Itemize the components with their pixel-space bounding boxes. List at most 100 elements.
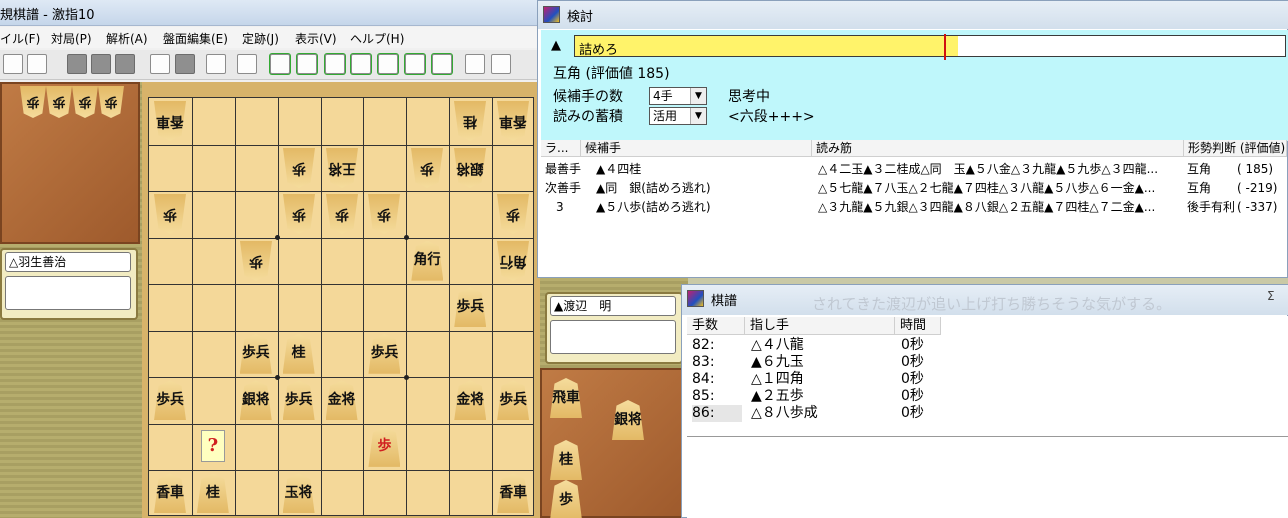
shogi-piece[interactable]: 桂: [454, 101, 486, 141]
stop-square-icon[interactable]: [351, 54, 371, 74]
board-square[interactable]: 玉将: [278, 470, 320, 516]
pv-move[interactable]: ▲４四桂: [596, 160, 806, 178]
kifu-move-number[interactable]: 84:: [692, 371, 742, 388]
shogi-piece[interactable]: 玉将: [282, 473, 315, 514]
shogi-piece[interactable]: 歩兵: [454, 287, 487, 328]
board-square[interactable]: 歩兵: [235, 331, 277, 377]
menu-file[interactable]: イル(F): [0, 30, 40, 47]
menu-analysis[interactable]: 解析(A): [106, 30, 148, 47]
board-square[interactable]: 歩: [363, 191, 405, 237]
board-square[interactable]: 歩: [235, 238, 277, 284]
kifu-move-number[interactable]: 82:: [692, 337, 742, 354]
blank-icon[interactable]: [91, 54, 111, 74]
col-move-number[interactable]: 手数: [687, 317, 745, 335]
menu-help[interactable]: ヘルプ(H): [350, 30, 404, 47]
hand-piece[interactable]: 歩: [98, 86, 124, 118]
hand-piece[interactable]: 銀将: [612, 400, 644, 440]
kifu-move-number[interactable]: 85:: [692, 388, 742, 405]
shogi-piece[interactable]: 歩: [368, 426, 401, 467]
analyze2-icon[interactable]: [237, 54, 257, 74]
board-square[interactable]: 銀将: [235, 377, 277, 423]
board-square[interactable]: 香車: [149, 98, 191, 144]
board-square[interactable]: 金将: [321, 377, 363, 423]
shogi-piece[interactable]: 銀将: [454, 148, 486, 188]
board-square[interactable]: 金将: [449, 377, 491, 423]
shogi-piece[interactable]: 角行: [411, 240, 444, 281]
board-square[interactable]: 歩: [492, 191, 534, 237]
blank-icon[interactable]: [67, 54, 87, 74]
col-time[interactable]: 時間: [895, 317, 941, 335]
kifu-comment-area[interactable]: [687, 436, 1288, 518]
board-square[interactable]: 歩: [406, 145, 448, 191]
menu-game[interactable]: 対局(P): [51, 30, 92, 47]
shogi-piece[interactable]: 香車: [497, 473, 530, 514]
shogi-piece[interactable]: 香車: [497, 101, 529, 141]
hand-piece[interactable]: 歩: [46, 86, 72, 118]
board-square[interactable]: 歩兵: [492, 377, 534, 423]
kifu-time[interactable]: 0秒: [901, 405, 941, 422]
pv-move[interactable]: ▲同 銀(詰めろ逃れ): [596, 179, 806, 197]
hand-piece[interactable]: 歩: [72, 86, 98, 118]
start-icon[interactable]: [325, 54, 345, 74]
kifu-move[interactable]: ▲２五歩: [751, 388, 891, 405]
next-icon[interactable]: [405, 54, 425, 74]
board-square[interactable]: 銀将: [449, 145, 491, 191]
board-square[interactable]: 歩兵: [363, 331, 405, 377]
accumulate-select[interactable]: 活用 ▼: [649, 107, 707, 125]
shogi-piece[interactable]: 金将: [325, 380, 358, 421]
kifu-time[interactable]: 0秒: [901, 354, 941, 371]
board-square[interactable]: 王将: [321, 145, 363, 191]
shogi-piece[interactable]: 王将: [326, 148, 358, 188]
col-judgement[interactable]: 形勢判断 (評価値): [1184, 140, 1287, 157]
help-icon[interactable]: [491, 54, 511, 74]
shogi-piece[interactable]: 歩: [283, 148, 315, 188]
board-square[interactable]: 歩: [363, 424, 405, 470]
board-square[interactable]: 歩兵: [449, 284, 491, 330]
shogi-piece[interactable]: 桂: [282, 333, 315, 374]
board-square[interactable]: 香車: [149, 470, 191, 516]
menu-view[interactable]: 表示(V): [295, 30, 337, 47]
kifu-move[interactable]: △１四角: [751, 371, 891, 388]
kifu-time[interactable]: 0秒: [901, 388, 941, 405]
menu-board-edit[interactable]: 盤面編集(E): [163, 30, 228, 47]
board-square[interactable]: 歩兵: [149, 377, 191, 423]
shogi-piece[interactable]: 歩兵: [239, 333, 272, 374]
shogi-piece[interactable]: 金将: [454, 380, 487, 421]
board-square[interactable]: 歩: [149, 191, 191, 237]
first-icon[interactable]: [270, 54, 290, 74]
analyze-icon[interactable]: [206, 54, 226, 74]
shogi-piece[interactable]: 歩兵: [368, 333, 401, 374]
board-square[interactable]: 角行: [406, 238, 448, 284]
pv-move[interactable]: ▲５八歩(詰めろ逃れ): [596, 198, 806, 216]
shogi-piece[interactable]: 歩: [411, 148, 443, 188]
hand-piece[interactable]: 歩: [20, 86, 46, 118]
board-square[interactable]: 歩: [278, 191, 320, 237]
board-square[interactable]: 桂: [192, 470, 234, 516]
hand-piece[interactable]: 桂: [550, 440, 582, 480]
close-icon[interactable]: Σ: [1267, 289, 1287, 307]
board-square[interactable]: 歩: [321, 191, 363, 237]
stop-icon[interactable]: [3, 54, 23, 74]
shogi-piece[interactable]: 歩: [368, 194, 400, 234]
end-icon[interactable]: [378, 54, 398, 74]
kifu-time[interactable]: 0秒: [901, 337, 941, 354]
shogi-piece[interactable]: 角行: [497, 241, 529, 281]
shogi-piece[interactable]: ?: [200, 429, 225, 462]
monitor-icon[interactable]: [465, 54, 485, 74]
board-square[interactable]: 桂: [449, 98, 491, 144]
shogi-piece[interactable]: 歩: [240, 241, 272, 281]
board-square[interactable]: 桂: [278, 331, 320, 377]
hand-piece[interactable]: 歩: [550, 480, 582, 518]
shogi-piece[interactable]: 歩: [283, 194, 315, 234]
blank-icon[interactable]: [175, 54, 195, 74]
kifu-move[interactable]: △４八龍: [751, 337, 891, 354]
calc-icon[interactable]: [150, 54, 170, 74]
col-pv[interactable]: 読み筋: [812, 140, 1184, 157]
shogi-piece[interactable]: 歩: [326, 194, 358, 234]
board-square[interactable]: 歩: [278, 145, 320, 191]
shogi-piece[interactable]: 香車: [154, 101, 186, 141]
board-square[interactable]: ?: [192, 424, 234, 470]
kifu-time[interactable]: 0秒: [901, 371, 941, 388]
col-candidate[interactable]: 候補手: [581, 140, 812, 157]
candidates-select[interactable]: 4手 ▼: [649, 87, 707, 105]
